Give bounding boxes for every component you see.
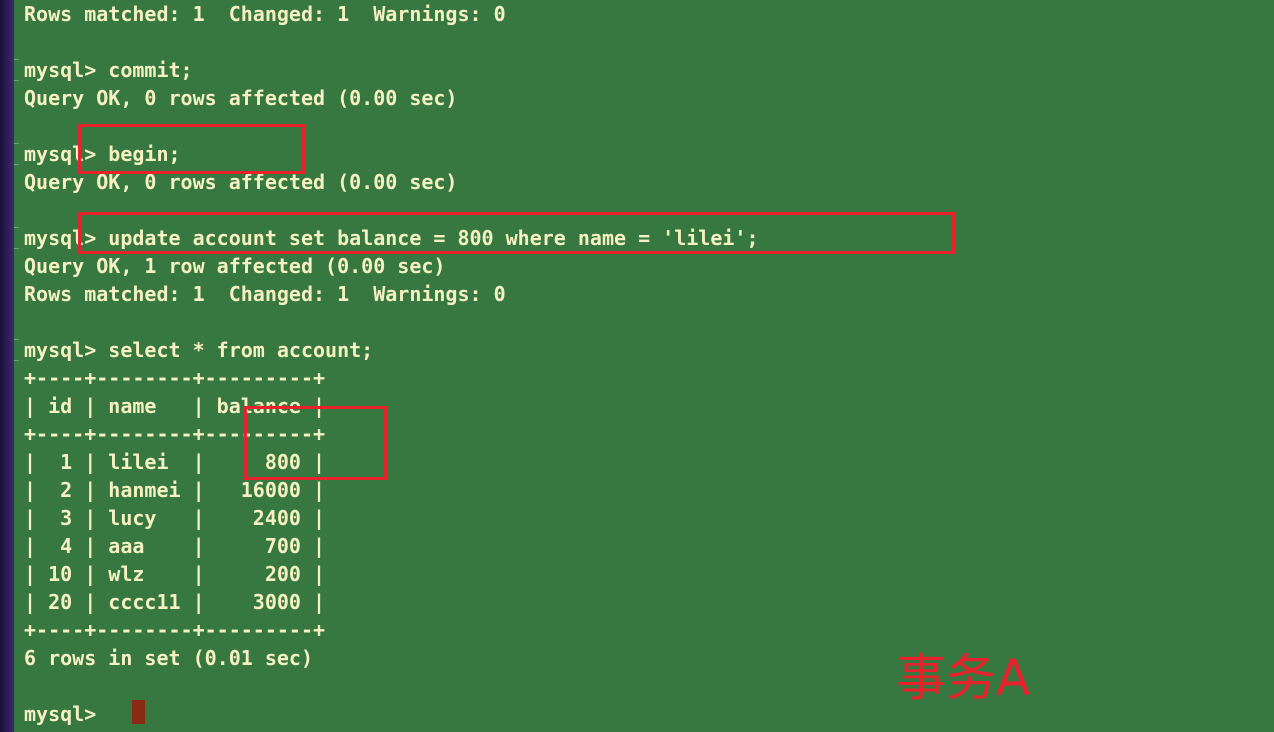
highlight-begin-box xyxy=(78,124,305,174)
terminal-line: 6 rows in set (0.01 sec) xyxy=(24,646,313,670)
table-border: +----+--------+---------+ xyxy=(24,618,326,642)
highlight-balance-box xyxy=(244,406,387,480)
table-row: | 20 | cccc11 | 3000 | xyxy=(24,590,326,614)
prompt-mark-icon xyxy=(14,339,19,361)
terminal-line: mysql> select * from account; xyxy=(14,336,374,364)
command-select: mysql> select * from account; xyxy=(24,338,374,362)
terminal-window[interactable]: Rows matched: 1 Changed: 1 Warnings: 0 m… xyxy=(14,0,1274,732)
terminal-line: Rows matched: 1 Changed: 1 Warnings: 0 xyxy=(24,282,506,306)
highlight-update-box xyxy=(78,212,955,254)
prompt-mark-icon xyxy=(14,227,19,249)
table-row: | 4 | aaa | 700 | xyxy=(24,534,326,558)
terminal-prompt[interactable]: mysql> xyxy=(24,700,108,728)
terminal-line: Query OK, 0 rows affected (0.00 sec) xyxy=(24,86,458,110)
table-row: | 3 | lucy | 2400 | xyxy=(24,506,326,530)
text-cursor xyxy=(132,700,145,724)
terminal-line: Rows matched: 1 Changed: 1 Warnings: 0 xyxy=(24,2,506,26)
prompt-mark-icon xyxy=(14,59,19,81)
table-row: | 10 | wlz | 200 | xyxy=(24,562,326,586)
transaction-label: 事务A xyxy=(896,649,1031,707)
table-row: | 2 | hanmei | 16000 | xyxy=(24,478,326,502)
prompt-mark-icon xyxy=(14,143,19,165)
terminal-line: Query OK, 1 row affected (0.00 sec) xyxy=(24,254,446,278)
terminal-line: mysql> commit; xyxy=(14,56,193,84)
command-commit: mysql> commit; xyxy=(24,58,193,82)
table-border: +----+--------+---------+ xyxy=(24,366,326,390)
window-left-edge xyxy=(0,0,14,732)
